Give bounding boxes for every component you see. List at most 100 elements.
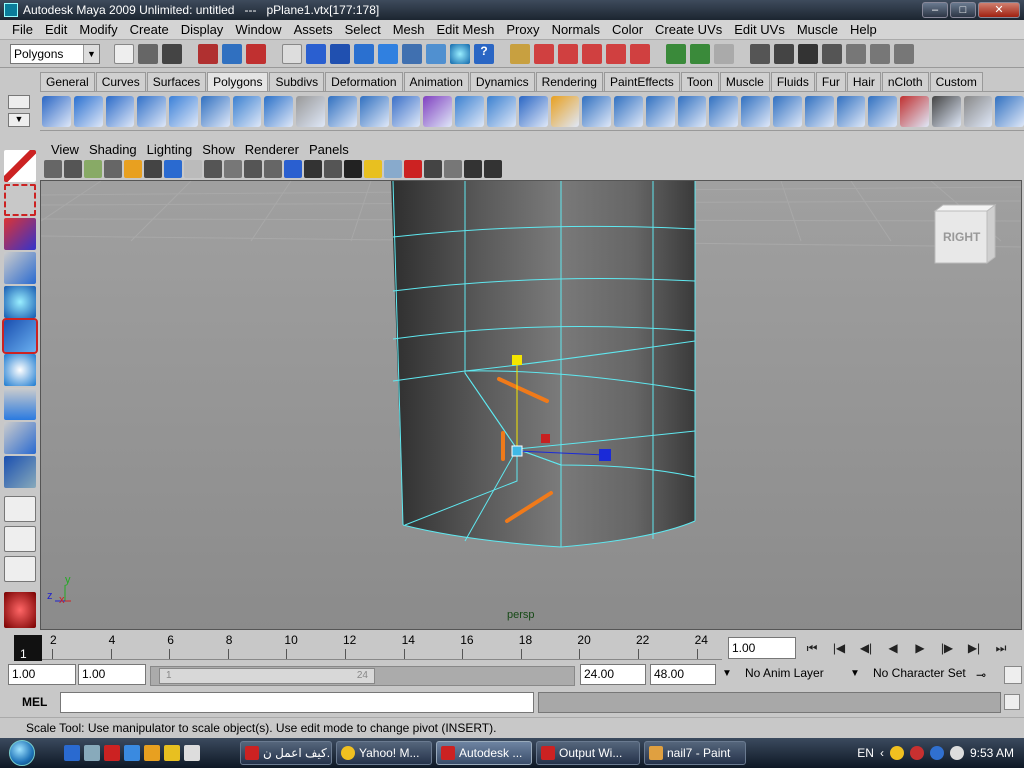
- safe-title-icon[interactable]: [244, 160, 262, 178]
- transfer-attributes-icon[interactable]: [995, 95, 1024, 127]
- render-view-icon[interactable]: [750, 43, 770, 64]
- shelf-tab-animation[interactable]: Animation: [403, 72, 469, 91]
- shelf-tab-toon[interactable]: Toon: [680, 72, 719, 91]
- select-tool-icon[interactable]: [4, 150, 36, 182]
- insert-edge-loop-icon[interactable]: [550, 95, 580, 127]
- poly-cylinder-icon[interactable]: [105, 95, 135, 127]
- offset-edge-loop-icon[interactable]: [614, 95, 643, 127]
- character-set-dropdown[interactable]: No Character Set: [870, 664, 970, 685]
- hud-icon[interactable]: [484, 160, 502, 178]
- shelf-tab-painteffects[interactable]: PaintEffects: [603, 72, 680, 91]
- menu-normals[interactable]: Normals: [546, 22, 606, 37]
- shadows-icon[interactable]: [344, 160, 362, 178]
- taskbar-item[interactable]: Yahoo! M...: [336, 741, 432, 765]
- maximize-button[interactable]: □: [950, 2, 976, 18]
- hull-mask-icon[interactable]: [402, 43, 422, 64]
- menu-help[interactable]: Help: [844, 22, 883, 37]
- poly-cube-icon[interactable]: [73, 95, 103, 127]
- last-used-tool-icon[interactable]: [4, 456, 36, 488]
- panel-menu-view[interactable]: View: [46, 142, 84, 157]
- make-live-icon[interactable]: [630, 43, 650, 64]
- planar-mapping-icon[interactable]: [836, 95, 866, 127]
- menuset-dropdown[interactable]: Polygons ▼: [10, 43, 100, 64]
- collapse-icon[interactable]: [804, 95, 834, 127]
- shelf-tab-fluids[interactable]: Fluids: [770, 72, 815, 91]
- viewcube[interactable]: RIGHT: [933, 204, 997, 264]
- step-forward-key-button[interactable]: |▶: [935, 637, 959, 659]
- messenger-tray-icon[interactable]: [889, 746, 904, 760]
- range-slider[interactable]: 1 24: [150, 666, 575, 686]
- poly-torus-icon[interactable]: [200, 95, 230, 127]
- render-settings-icon[interactable]: [822, 43, 842, 64]
- persp-outliner-layout-icon[interactable]: [4, 556, 36, 582]
- gate-mask-icon[interactable]: [184, 160, 202, 178]
- animation-end-field[interactable]: 48.00: [650, 664, 716, 685]
- playback-start-field[interactable]: 1.00: [78, 664, 146, 685]
- film-gate-icon[interactable]: [144, 160, 162, 178]
- soft-modification-tool-icon[interactable]: [4, 388, 36, 420]
- lines-mask-icon[interactable]: [354, 43, 374, 64]
- frame-selection-icon[interactable]: [424, 160, 442, 178]
- open-scene-icon[interactable]: [138, 43, 158, 64]
- menu-display[interactable]: Display: [175, 22, 230, 37]
- chevron-down-icon[interactable]: ▼: [722, 668, 732, 679]
- default-lighting-icon[interactable]: [304, 160, 322, 178]
- command-input[interactable]: [60, 692, 534, 713]
- volume-icon[interactable]: [949, 746, 964, 760]
- output-connections-icon[interactable]: [690, 43, 710, 64]
- param-points-icon[interactable]: [330, 43, 350, 64]
- play-forwards-button[interactable]: ▶: [908, 637, 932, 659]
- input-connections-icon[interactable]: [666, 43, 686, 64]
- poly-prism-icon[interactable]: [232, 95, 262, 127]
- scale-z-handle[interactable]: [599, 449, 611, 461]
- camera-attributes-icon[interactable]: [64, 160, 82, 178]
- mask-icon[interactable]: [282, 43, 302, 64]
- step-back-frame-button[interactable]: |◀: [827, 637, 851, 659]
- menu-file[interactable]: File: [6, 22, 39, 37]
- cylinder-mesh[interactable]: [391, 181, 695, 547]
- append-polygon-icon[interactable]: [582, 95, 612, 127]
- menu-color[interactable]: Color: [606, 22, 649, 37]
- go-to-end-button[interactable]: ⏭: [989, 637, 1013, 659]
- faces-mask-icon[interactable]: [378, 43, 398, 64]
- show-channel-box-icon[interactable]: [894, 43, 914, 64]
- anim-layer-dropdown[interactable]: No Anim Layer: [742, 664, 846, 685]
- scale-y-handle[interactable]: [512, 355, 522, 365]
- wireframe-icon[interactable]: [264, 160, 282, 178]
- range-slider-handle[interactable]: 1 24: [159, 668, 375, 684]
- taskbar-item[interactable]: nail7 - Paint: [644, 741, 746, 765]
- scale-center-handle[interactable]: [511, 445, 523, 457]
- step-forward-frame-button[interactable]: ▶|: [962, 637, 986, 659]
- scale-x-handle[interactable]: [541, 434, 550, 443]
- menu-create[interactable]: Create: [124, 22, 175, 37]
- taskbar-item[interactable]: Output Wi...: [536, 741, 640, 765]
- menu-edit-mesh[interactable]: Edit Mesh: [431, 22, 501, 37]
- poly-sphere-icon[interactable]: [42, 95, 71, 127]
- image-plane-icon[interactable]: [104, 160, 122, 178]
- shelf-tab-custom[interactable]: Custom: [929, 72, 983, 91]
- menu-proxy[interactable]: Proxy: [500, 22, 545, 37]
- all-lights-icon[interactable]: [324, 160, 342, 178]
- command-language-label[interactable]: MEL: [22, 695, 47, 709]
- snap-to-points-icon[interactable]: [582, 43, 602, 64]
- minimize-button[interactable]: –: [922, 2, 948, 18]
- chevron-down-icon[interactable]: ▼: [850, 668, 860, 679]
- menu-edit[interactable]: Edit: [39, 22, 73, 37]
- poly-cone-icon[interactable]: [137, 95, 167, 127]
- smooth-icon[interactable]: [423, 95, 453, 127]
- key-icon[interactable]: ⊸: [976, 668, 996, 682]
- pivots-mask-icon[interactable]: [426, 43, 446, 64]
- paint-selection-tool-icon[interactable]: [4, 218, 36, 250]
- panel-menu-panels[interactable]: Panels: [304, 142, 354, 157]
- menu-assets[interactable]: Assets: [288, 22, 339, 37]
- help-icon[interactable]: ?: [474, 43, 494, 64]
- select-by-object-icon[interactable]: [222, 43, 242, 64]
- chevron-left-icon[interactable]: ‹: [880, 746, 884, 760]
- shelf-editor-chevron-icon[interactable]: ▼: [8, 113, 30, 127]
- shelf-tab-fur[interactable]: Fur: [815, 72, 846, 91]
- internet-explorer-icon[interactable]: [124, 745, 140, 761]
- extrude-icon[interactable]: [518, 95, 548, 127]
- current-time-field[interactable]: 1.00: [728, 637, 796, 659]
- messenger-icon[interactable]: [164, 745, 180, 761]
- rotate-tool-icon[interactable]: [4, 286, 36, 318]
